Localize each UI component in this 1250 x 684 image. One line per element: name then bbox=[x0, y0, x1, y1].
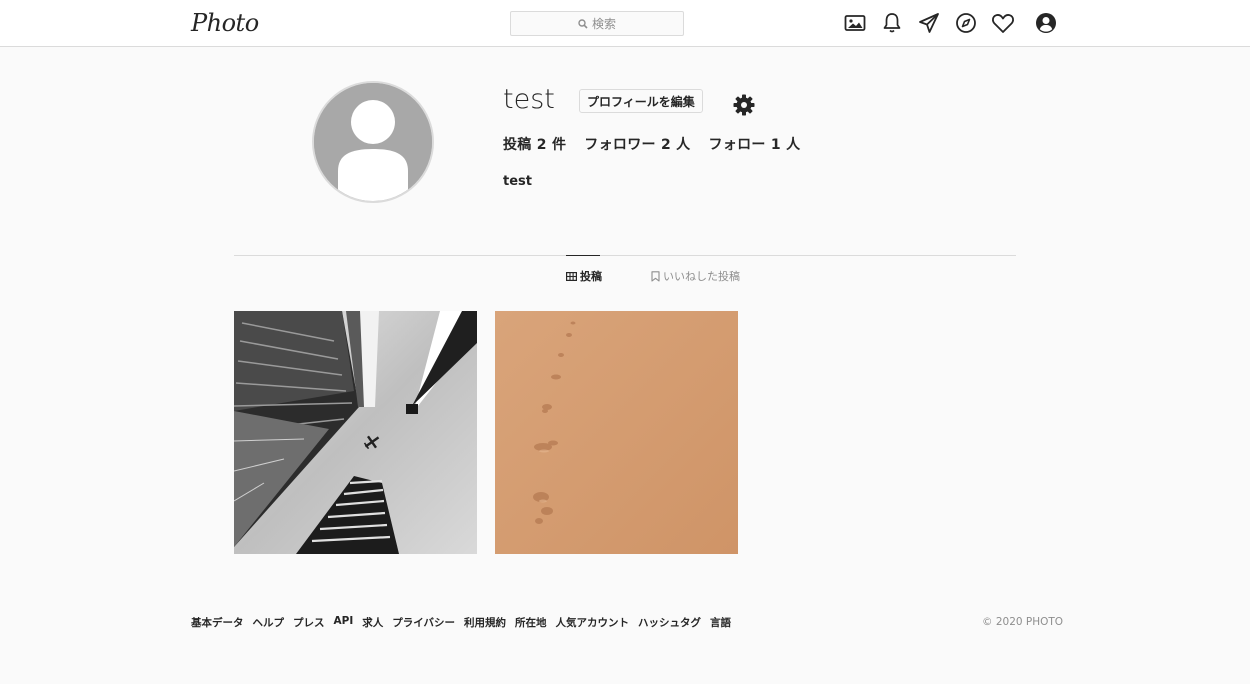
top-nav-bar: Photo 検索 bbox=[0, 0, 1250, 47]
skyscrapers-photo bbox=[234, 311, 477, 554]
footer-link[interactable]: 人気アカウント bbox=[556, 615, 630, 630]
edit-profile-button[interactable]: プロフィールを編集 bbox=[579, 89, 703, 113]
profile-bio-name: test bbox=[503, 174, 532, 189]
copyright: © 2020 PHOTO bbox=[982, 616, 1064, 628]
bookmark-icon bbox=[651, 270, 660, 282]
followers-count[interactable]: フォロワー 2 人 bbox=[584, 134, 690, 154]
nav-icons bbox=[843, 11, 1058, 35]
profile-avatar[interactable] bbox=[312, 81, 434, 203]
tabs-divider bbox=[234, 255, 1016, 256]
tab-liked-posts[interactable]: いいねした投稿 bbox=[651, 268, 740, 284]
footer-links: 基本データ ヘルプ プレス API 求人 プライバシー 利用規約 所在地 人気ア… bbox=[191, 615, 731, 630]
profile-username: test bbox=[503, 84, 555, 115]
compass-icon[interactable] bbox=[954, 11, 978, 35]
footprints-photo bbox=[495, 311, 738, 554]
profile-stats: 投稿 2 件 フォロワー 2 人 フォロー 1 人 bbox=[503, 134, 800, 154]
image-icon[interactable] bbox=[843, 11, 867, 35]
heart-icon[interactable] bbox=[991, 11, 1015, 35]
gear-icon[interactable] bbox=[732, 93, 756, 117]
footer-link[interactable]: 利用規約 bbox=[464, 615, 506, 630]
post-thumbnail[interactable] bbox=[495, 311, 738, 554]
default-avatar-icon bbox=[314, 83, 432, 201]
post-thumbnail[interactable] bbox=[234, 311, 477, 554]
tab-posts[interactable]: 投稿 bbox=[566, 268, 602, 284]
footer-link[interactable]: API bbox=[334, 615, 354, 630]
footer-link[interactable]: プレス bbox=[293, 615, 325, 630]
user-circle-icon[interactable] bbox=[1034, 11, 1058, 35]
posts-count: 投稿 2 件 bbox=[503, 137, 567, 153]
following-count[interactable]: フォロー 1 人 bbox=[709, 134, 801, 154]
search-icon bbox=[578, 18, 588, 29]
footer-link[interactable]: 求人 bbox=[362, 615, 383, 630]
search-input[interactable]: 検索 bbox=[510, 11, 684, 36]
grid-icon bbox=[566, 271, 577, 281]
bell-icon[interactable] bbox=[880, 11, 904, 35]
footer-link[interactable]: 言語 bbox=[710, 615, 731, 630]
footer-link[interactable]: 所在地 bbox=[515, 615, 547, 630]
paper-plane-icon[interactable] bbox=[917, 11, 941, 35]
footer-link[interactable]: プライバシー bbox=[392, 615, 455, 630]
footer-link[interactable]: ヘルプ bbox=[253, 615, 285, 630]
active-tab-indicator bbox=[566, 255, 600, 256]
tab-liked-label: いいねした投稿 bbox=[663, 270, 740, 283]
tab-posts-label: 投稿 bbox=[580, 270, 602, 283]
logo[interactable]: Photo bbox=[191, 9, 259, 37]
search-placeholder: 検索 bbox=[591, 17, 616, 31]
footer-link[interactable]: 基本データ bbox=[191, 615, 244, 630]
footer-link[interactable]: ハッシュタグ bbox=[638, 615, 701, 630]
